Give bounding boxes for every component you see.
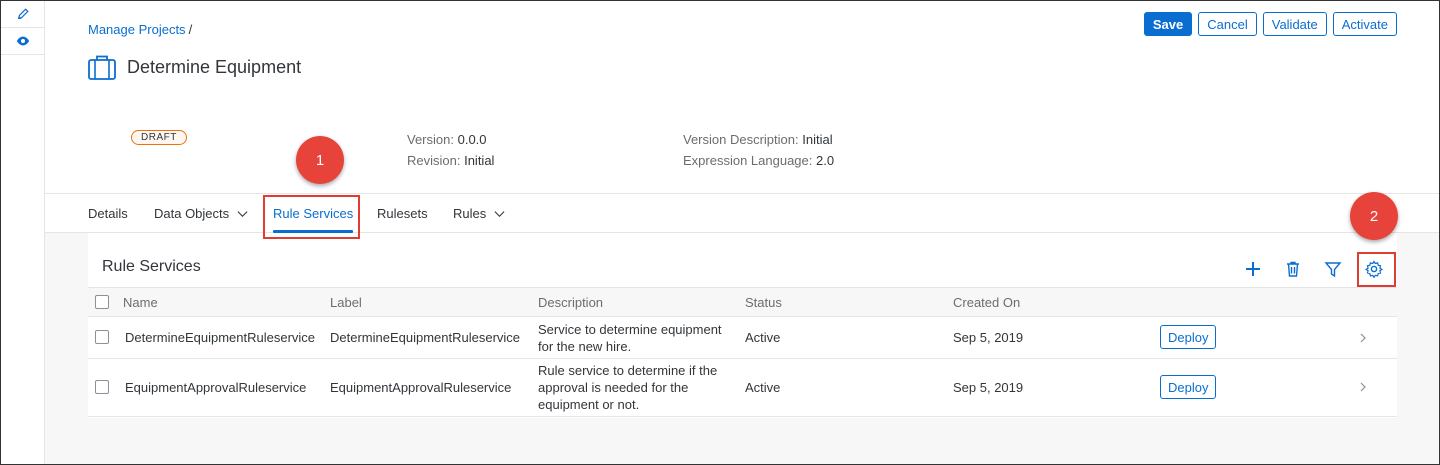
highlight-box-rule-services-tab	[263, 195, 360, 239]
column-header-description[interactable]: Description	[538, 288, 603, 316]
section-title: Rule Services	[102, 258, 201, 275]
row-checkbox[interactable]	[95, 380, 109, 394]
column-header-label[interactable]: Label	[330, 288, 362, 316]
table-row[interactable]: DetermineEquipmentRuleservice DetermineE…	[88, 317, 1397, 359]
chevron-down-icon	[494, 211, 505, 218]
revision-label: Revision:	[407, 153, 461, 168]
tab-rules[interactable]: Rules	[453, 194, 505, 233]
briefcase-icon	[88, 55, 116, 80]
rule-services-panel: Rule Services Name Label Description Sta…	[88, 233, 1397, 418]
filter-button[interactable]	[1323, 259, 1343, 279]
revision-value: Initial	[464, 153, 495, 168]
row-status: Active	[745, 330, 781, 345]
version-description-label: Version Description:	[683, 132, 799, 147]
eye-icon	[16, 36, 30, 46]
chevron-right-icon[interactable]	[1358, 333, 1368, 343]
add-icon	[1246, 262, 1260, 276]
filter-icon	[1324, 262, 1342, 278]
chevron-down-icon	[237, 211, 248, 218]
highlight-box-settings	[1357, 252, 1396, 287]
header-actions: Save Cancel Validate Activate	[1143, 12, 1397, 36]
row-name: EquipmentApprovalRuleservice	[125, 380, 307, 395]
delete-button[interactable]	[1283, 259, 1303, 279]
tab-details[interactable]: Details	[88, 194, 128, 233]
row-status: Active	[745, 380, 781, 395]
expression-language-value: 2.0	[816, 153, 835, 168]
row-label: EquipmentApprovalRuleservice	[330, 380, 512, 395]
row-created-on: Sep 5, 2019	[953, 380, 1024, 395]
row-description-line: for the new hire.	[538, 339, 632, 354]
tab-rules-label: Rules	[453, 206, 487, 221]
expression-language-label: Expression Language:	[683, 153, 813, 168]
validate-button[interactable]: Validate	[1262, 12, 1327, 36]
version-info: Version: 0.0.0 Revision: Initial	[407, 129, 494, 171]
row-description-line: approval is needed for the	[538, 380, 689, 395]
select-all-checkbox[interactable]	[95, 295, 109, 309]
table-header: Name Label Description Status Created On	[88, 287, 1397, 317]
column-header-created-on[interactable]: Created On	[953, 288, 1020, 316]
tab-bar: Details Data Objects Rule Services Rules…	[45, 194, 1439, 233]
tab-details-label: Details	[88, 206, 128, 221]
cancel-button[interactable]: Cancel	[1198, 12, 1257, 36]
table-row[interactable]: EquipmentApprovalRuleservice EquipmentAp…	[88, 359, 1397, 417]
row-description: Service to determine equipment for the n…	[538, 321, 722, 355]
row-description-line: Service to determine equipment	[538, 322, 722, 337]
row-checkbox[interactable]	[95, 330, 109, 344]
version-description-value: Initial	[802, 132, 833, 147]
annotation-callout-2: 2	[1350, 192, 1398, 240]
row-description: Rule service to determine if the approva…	[538, 362, 717, 413]
breadcrumb-link-manage-projects[interactable]: Manage Projects	[88, 22, 186, 37]
row-name: DetermineEquipmentRuleservice	[125, 330, 316, 345]
delete-icon	[1287, 261, 1299, 277]
column-header-status[interactable]: Status	[745, 288, 782, 316]
breadcrumb-separator: /	[188, 22, 193, 37]
version-value: 0.0.0	[457, 132, 487, 147]
breadcrumb: Manage Projects /	[88, 22, 192, 37]
tab-rulesets-label: Rulesets	[377, 206, 428, 221]
row-description-line: equipment or not.	[538, 397, 640, 412]
tab-data-objects-label: Data Objects	[154, 206, 230, 221]
version-label: Version:	[407, 132, 454, 147]
left-rail	[1, 1, 45, 464]
row-description-line: Rule service to determine if the	[538, 363, 718, 378]
page-title: Determine Equipment	[127, 57, 302, 77]
pencil-icon	[17, 8, 29, 20]
display-mode-button[interactable]	[1, 28, 45, 55]
row-label: DetermineEquipmentRuleservice	[330, 330, 521, 345]
save-button[interactable]: Save	[1143, 12, 1193, 36]
tab-rulesets[interactable]: Rulesets	[377, 194, 428, 233]
annotation-callout-1: 1	[296, 136, 344, 184]
edit-mode-button[interactable]	[1, 1, 45, 28]
object-header: Manage Projects / Determine Equipment Sav…	[45, 1, 1439, 194]
chevron-right-icon[interactable]	[1358, 382, 1368, 392]
row-created-on: Sep 5, 2019	[953, 330, 1024, 345]
description-info: Version Description: Initial Expression …	[683, 129, 834, 171]
content-area: Rule Services Name Label Description Sta…	[45, 233, 1439, 464]
status-badge: DRAFT	[131, 130, 187, 145]
activate-button[interactable]: Activate	[1332, 12, 1397, 36]
deploy-button[interactable]: Deploy	[1160, 375, 1217, 399]
add-button[interactable]	[1243, 259, 1263, 279]
tab-data-objects[interactable]: Data Objects	[154, 194, 248, 233]
column-header-name[interactable]: Name	[123, 288, 158, 316]
deploy-button[interactable]: Deploy	[1160, 325, 1217, 349]
